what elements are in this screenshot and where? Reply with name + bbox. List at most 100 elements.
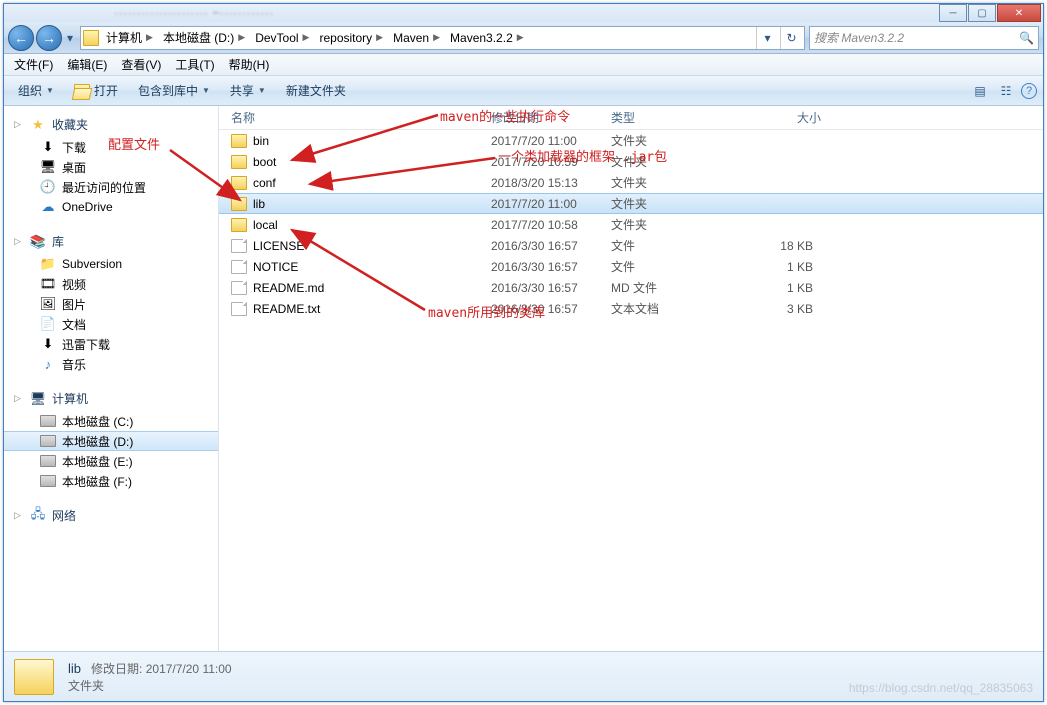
document-icon: 📄 [40,316,56,332]
list-item[interactable]: bin2017/7/20 11:00文件夹 [219,130,1043,151]
share-button[interactable]: 共享▼ [222,79,274,102]
chevron-down-icon: ▼ [258,86,266,95]
picture-icon: 🖼 [40,296,56,312]
list-item[interactable]: local2017/7/20 10:58文件夹 [219,214,1043,235]
menu-file[interactable]: 文件(F) [8,54,59,75]
menu-view[interactable]: 查看(V) [115,54,167,75]
file-list[interactable]: 名称 修改日期 类型 大小 bin2017/7/20 11:00文件夹boot2… [219,106,1043,651]
sidebar-libraries: ▷📚库 📁Subversion 🎞视频 🖼图片 📄文档 ⬇迅雷下载 ♪音乐 [4,231,218,374]
sidebar-item-desktop[interactable]: 🖥桌面 [4,157,218,177]
list-item[interactable]: boot2017/7/20 10:59文件夹 [219,151,1043,172]
chevron-right-icon: ▶ [238,32,245,43]
crumb-maven[interactable]: Maven▶ [388,27,443,49]
folder-icon [231,197,247,211]
minimize-button[interactable]: ─ [939,4,967,22]
body: ▷★收藏夹 ⬇下载 🖥桌面 🕘最近访问的位置 ☁OneDrive ▷📚库 📁Su… [4,106,1043,651]
library-icon: 📚 [30,234,46,250]
row-name: boot [253,155,491,169]
folder-icon [231,176,247,190]
list-item[interactable]: README.md2016/3/30 16:57MD 文件1 KB [219,277,1043,298]
menu-edit[interactable]: 编辑(E) [61,54,113,75]
row-name: local [253,218,491,232]
drive-icon [40,435,56,447]
folder-icon [231,134,247,148]
col-size[interactable]: 大小 [731,109,821,126]
help-button[interactable]: ? [1021,83,1037,99]
maximize-button[interactable]: ▢ [968,4,996,22]
include-library-button[interactable]: 包含到库中▼ [130,79,218,102]
new-folder-button[interactable]: 新建文件夹 [278,79,354,102]
list-item[interactable]: lib2017/7/20 11:00文件夹 [219,193,1043,214]
crumb-devtool[interactable]: DevTool▶ [250,27,312,49]
col-name[interactable]: 名称 [231,109,491,126]
sidebar-item-onedrive[interactable]: ☁OneDrive [4,197,218,217]
sidebar-item-documents[interactable]: 📄文档 [4,314,218,334]
sidebar[interactable]: ▷★收藏夹 ⬇下载 🖥桌面 🕘最近访问的位置 ☁OneDrive ▷📚库 📁Su… [4,106,219,651]
file-icon [231,239,247,253]
crumb-d-drive[interactable]: 本地磁盘 (D:)▶ [158,27,248,49]
list-item[interactable]: conf2018/3/20 15:13文件夹 [219,172,1043,193]
sidebar-computer-header[interactable]: ▷🖥计算机 [4,388,218,411]
crumb-repository[interactable]: repository▶ [314,27,386,49]
view-mode-button[interactable]: ▤ [969,80,991,102]
preview-pane-button[interactable]: ☷ [995,80,1017,102]
address-bar[interactable]: 计算机▶ 本地磁盘 (D:)▶ DevTool▶ repository▶ Mav… [80,26,805,50]
search-input[interactable]: 搜索 Maven3.2.2 🔍 [809,26,1039,50]
row-date: 2017/7/20 11:00 [491,197,611,211]
open-button[interactable]: 打开 [66,79,126,102]
sidebar-item-d-drive[interactable]: 本地磁盘 (D:) [4,431,218,451]
drive-icon [40,415,56,427]
address-dropdown[interactable]: ▾ [756,27,778,49]
sidebar-item-c-drive[interactable]: 本地磁盘 (C:) [4,411,218,431]
row-size: 1 KB [731,281,821,295]
list-item[interactable]: README.txt2016/3/30 16:57文本文档3 KB [219,298,1043,319]
menu-help[interactable]: 帮助(H) [223,54,276,75]
row-name: LICENSE [253,239,491,253]
sidebar-item-recent[interactable]: 🕘最近访问的位置 [4,177,218,197]
sidebar-item-pictures[interactable]: 🖼图片 [4,294,218,314]
star-icon: ★ [30,117,46,133]
sidebar-favorites: ▷★收藏夹 ⬇下载 🖥桌面 🕘最近访问的位置 ☁OneDrive [4,114,218,217]
explorer-window: ····················· ~············ ─ ▢ … [3,3,1044,702]
file-icon [231,281,247,295]
crumb-maven322[interactable]: Maven3.2.2▶ [445,27,527,49]
collapse-icon: ▷ [14,510,24,521]
crumb-computer[interactable]: 计算机▶ [101,27,156,49]
row-type: 文件 [611,237,731,254]
sidebar-network-header[interactable]: ▷🖧网络 [4,505,218,528]
sidebar-item-f-drive[interactable]: 本地磁盘 (F:) [4,471,218,491]
chevron-right-icon: ▶ [376,32,383,43]
svn-icon: 📁 [40,256,56,272]
col-type[interactable]: 类型 [611,109,731,126]
sidebar-favorites-header[interactable]: ▷★收藏夹 [4,114,218,137]
row-type: MD 文件 [611,279,731,296]
list-item[interactable]: LICENSE2016/3/30 16:57文件18 KB [219,235,1043,256]
menu-tools[interactable]: 工具(T) [169,54,220,75]
column-headers: 名称 修改日期 类型 大小 [219,106,1043,130]
row-date: 2016/3/30 16:57 [491,260,611,274]
list-item[interactable]: NOTICE2016/3/30 16:57文件1 KB [219,256,1043,277]
sidebar-libraries-header[interactable]: ▷📚库 [4,231,218,254]
row-date: 2016/3/30 16:57 [491,281,611,295]
refresh-button[interactable]: ↻ [780,27,802,49]
sidebar-item-subversion[interactable]: 📁Subversion [4,254,218,274]
file-icon [231,302,247,316]
nav-history-dropdown[interactable]: ▾ [64,25,76,51]
sidebar-item-e-drive[interactable]: 本地磁盘 (E:) [4,451,218,471]
row-type: 文本文档 [611,300,731,317]
crumb-label: DevTool [255,31,298,45]
chevron-down-icon: ▼ [46,86,54,95]
back-button[interactable]: ← [8,25,34,51]
sidebar-item-thunder[interactable]: ⬇迅雷下载 [4,334,218,354]
drive-icon [40,455,56,467]
col-date[interactable]: 修改日期 [491,109,611,126]
row-type: 文件夹 [611,195,731,212]
sidebar-item-music[interactable]: ♪音乐 [4,354,218,374]
sidebar-item-downloads[interactable]: ⬇下载 [4,137,218,157]
row-name: README.md [253,281,491,295]
organize-button[interactable]: 组织▼ [10,79,62,102]
row-date: 2016/3/30 16:57 [491,302,611,316]
close-button[interactable]: ✕ [997,4,1041,22]
sidebar-item-videos[interactable]: 🎞视频 [4,274,218,294]
forward-button[interactable]: → [36,25,62,51]
